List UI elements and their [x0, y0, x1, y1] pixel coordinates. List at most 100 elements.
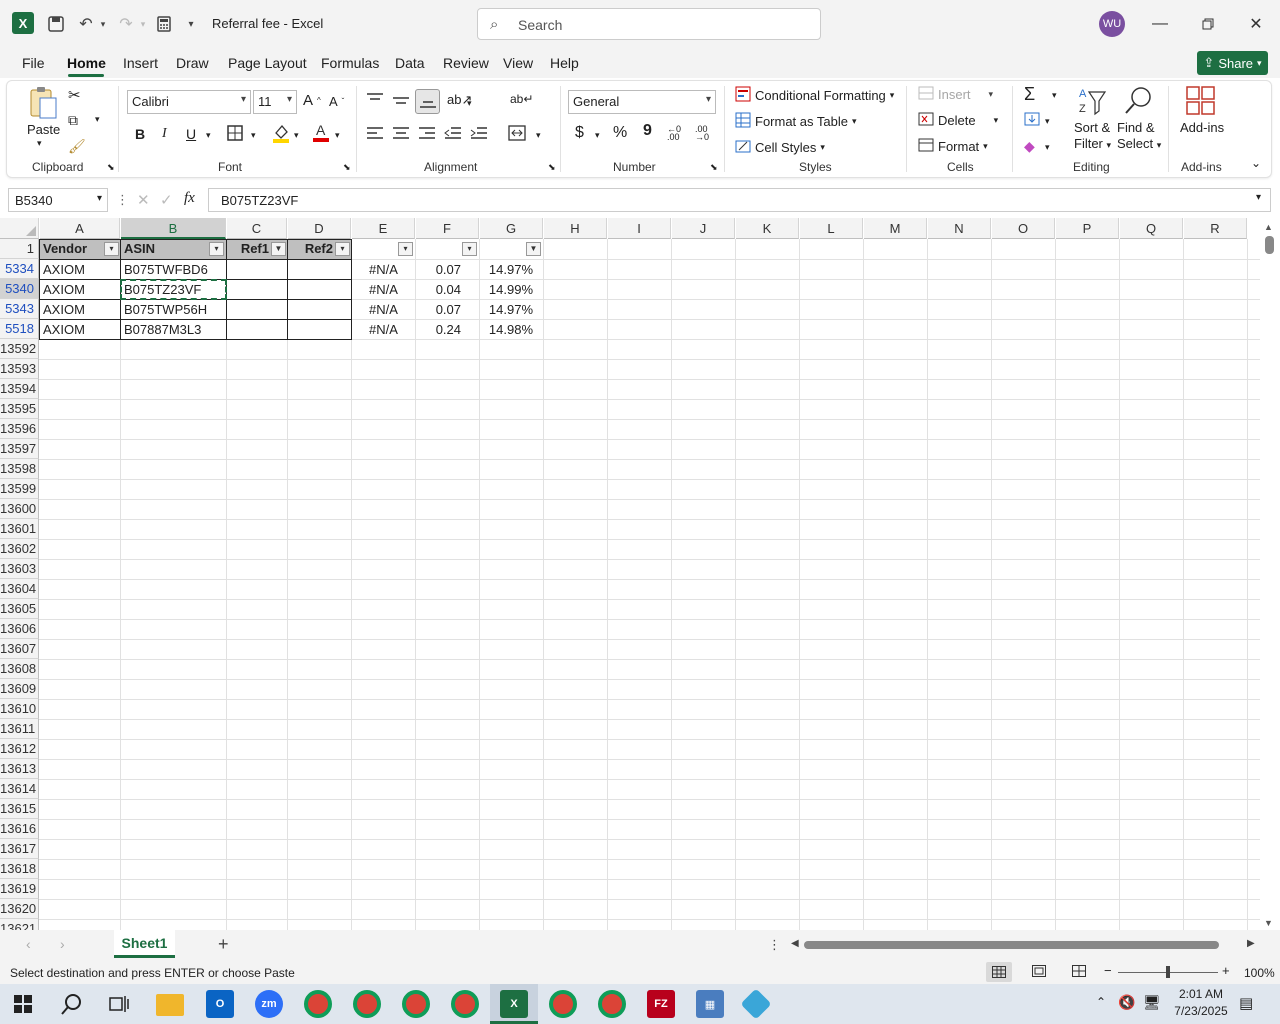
row-header[interactable]: 5343 — [0, 299, 39, 319]
excel-taskbar-active[interactable]: X — [490, 984, 538, 1024]
delete-cells-button[interactable]: Delete ▾ — [918, 112, 998, 129]
tab-review[interactable]: Review — [443, 55, 489, 71]
filter-dropdown-icon[interactable]: ▾ — [335, 242, 350, 256]
cell-f[interactable]: 0.07 — [416, 300, 464, 320]
cell-e[interactable]: #N/A — [352, 280, 415, 300]
volume-muted-icon[interactable]: 🔇 — [1118, 994, 1135, 1011]
cell-e[interactable]: #N/A — [352, 320, 415, 340]
avatar[interactable]: WU — [1099, 11, 1125, 37]
merge-center-icon[interactable] — [508, 124, 526, 142]
row-header[interactable]: 13606 — [0, 619, 39, 639]
cut-icon[interactable]: ✂ — [68, 86, 81, 104]
minimize-icon[interactable]: — — [1148, 12, 1172, 36]
scroll-right-icon[interactable]: ▶ — [1247, 938, 1255, 949]
font-color-dropdown-icon[interactable]: ▾ — [335, 130, 340, 141]
cell-asin[interactable]: B075TWFBD6 — [121, 260, 226, 280]
increase-font-icon[interactable]: A ^ — [303, 92, 321, 109]
row-header[interactable]: 13600 — [0, 499, 39, 519]
number-format-select[interactable]: General ▾ — [568, 90, 716, 114]
bold-button[interactable]: B — [135, 126, 145, 142]
row-header[interactable]: 13614 — [0, 779, 39, 799]
row-header[interactable]: 13601 — [0, 519, 39, 539]
row-header[interactable]: 13613 — [0, 759, 39, 779]
italic-button[interactable]: I — [162, 126, 167, 142]
tab-home[interactable]: Home — [67, 55, 106, 71]
scroll-down-icon[interactable]: ▼ — [1264, 918, 1273, 928]
font-size-select[interactable]: 11 ▾ — [253, 90, 297, 114]
chrome-icon[interactable] — [304, 990, 332, 1018]
row-header[interactable]: 13621 — [0, 919, 39, 930]
taskbar-clock-time[interactable]: 2:01 AM — [1172, 987, 1230, 1001]
chrome-icon[interactable] — [549, 990, 577, 1018]
calculator-icon[interactable] — [154, 12, 174, 36]
paste-dropdown-icon[interactable]: ▾ — [37, 138, 42, 149]
row-header[interactable]: 13612 — [0, 739, 39, 759]
column-header-b[interactable]: B — [121, 218, 226, 239]
column-header-q[interactable]: Q — [1120, 218, 1183, 239]
row-header[interactable]: 13617 — [0, 839, 39, 859]
cell-asin[interactable]: B075TWP56H — [121, 300, 226, 320]
chrome-icon[interactable] — [451, 990, 479, 1018]
cell-vendor[interactable]: AXIOM — [40, 280, 120, 300]
merge-dropdown-icon[interactable]: ▾ — [536, 130, 541, 141]
file-explorer-icon[interactable] — [156, 994, 184, 1016]
tab-page-layout[interactable]: Page Layout — [228, 55, 307, 71]
autosum-icon[interactable]: Σ — [1024, 84, 1035, 105]
undo-icon[interactable]: ↶ — [76, 12, 96, 36]
filezilla-icon[interactable]: FZ — [647, 990, 675, 1018]
expand-formula-bar-icon[interactable]: ▾ — [1256, 192, 1261, 203]
outlook-icon[interactable]: O — [206, 990, 234, 1018]
filter-dropdown-icon[interactable]: ▾ — [462, 242, 477, 256]
insert-function-icon[interactable]: fx — [184, 190, 195, 207]
add-ins-button[interactable]: Add-ins — [1180, 120, 1224, 135]
find-select-button[interactable]: Find & Select ▾ — [1117, 120, 1161, 153]
percent-button[interactable]: % — [613, 124, 627, 142]
row-header[interactable]: 13616 — [0, 819, 39, 839]
redo-icon[interactable]: ↷ — [116, 12, 136, 36]
cell-e[interactable]: #N/A — [352, 260, 415, 280]
search-input[interactable]: ⌕ Search — [477, 8, 821, 40]
network-icon[interactable]: 🖥 — [1143, 994, 1161, 1011]
cell-styles-button[interactable]: Cell Styles ▾ — [735, 138, 825, 157]
row-header[interactable]: 13605 — [0, 599, 39, 619]
column-header-g[interactable]: G — [480, 218, 543, 239]
font-family-select[interactable]: Calibri ▾ — [127, 90, 251, 114]
align-center-icon[interactable] — [392, 126, 410, 140]
cell-g[interactable]: 14.97% — [480, 260, 536, 280]
row-header[interactable]: 5518 — [0, 319, 39, 339]
next-sheet-icon[interactable]: › — [60, 936, 65, 952]
cell-f[interactable]: 0.04 — [416, 280, 464, 300]
column-header-f[interactable]: F — [416, 218, 479, 239]
clear-icon[interactable]: ◆ — [1024, 138, 1035, 155]
tab-formulas[interactable]: Formulas — [321, 55, 379, 71]
fill-color-dropdown-icon[interactable]: ▾ — [294, 130, 299, 141]
vertical-scroll-thumb[interactable] — [1265, 236, 1274, 254]
cell-g[interactable]: 14.97% — [480, 300, 536, 320]
add-ins-icon[interactable] — [1186, 86, 1216, 116]
column-header-k[interactable]: K — [736, 218, 799, 239]
zoom-in-icon[interactable]: + — [1222, 963, 1230, 978]
cancel-entry-icon[interactable]: ✕ — [137, 191, 150, 209]
format-painter-icon[interactable]: 🖌 — [68, 138, 86, 155]
tab-file[interactable]: File — [22, 55, 45, 71]
cell-vendor[interactable]: AXIOM — [40, 260, 120, 280]
row-header[interactable]: 13618 — [0, 859, 39, 879]
worksheet-grid[interactable]: ABCDEFGHIJKLMNOPQR 1 5334 5340 5343 5518 1359… — [0, 218, 1260, 930]
column-header-i[interactable]: I — [608, 218, 671, 239]
horizontal-scroll-thumb[interactable] — [804, 941, 1219, 949]
decrease-indent-icon[interactable] — [444, 126, 462, 140]
currency-dropdown-icon[interactable]: ▾ — [595, 130, 600, 141]
header-cell-asin[interactable]: ASIN ▾ — [121, 239, 226, 259]
copy-icon[interactable]: ⧉ — [68, 112, 78, 129]
borders-icon[interactable] — [227, 125, 243, 141]
number-launcher-icon[interactable]: ⬊ — [710, 162, 718, 173]
underline-dropdown-icon[interactable]: ▾ — [206, 130, 211, 141]
prev-sheet-icon[interactable]: ‹ — [26, 936, 31, 952]
currency-button[interactable]: $ — [575, 124, 584, 142]
tab-insert[interactable]: Insert — [123, 55, 158, 71]
row-header[interactable]: 13599 — [0, 479, 39, 499]
row-header[interactable]: 13604 — [0, 579, 39, 599]
row-header[interactable]: 13598 — [0, 459, 39, 479]
autosum-dropdown-icon[interactable]: ▾ — [1052, 90, 1057, 101]
clear-dropdown-icon[interactable]: ▾ — [1045, 142, 1050, 153]
